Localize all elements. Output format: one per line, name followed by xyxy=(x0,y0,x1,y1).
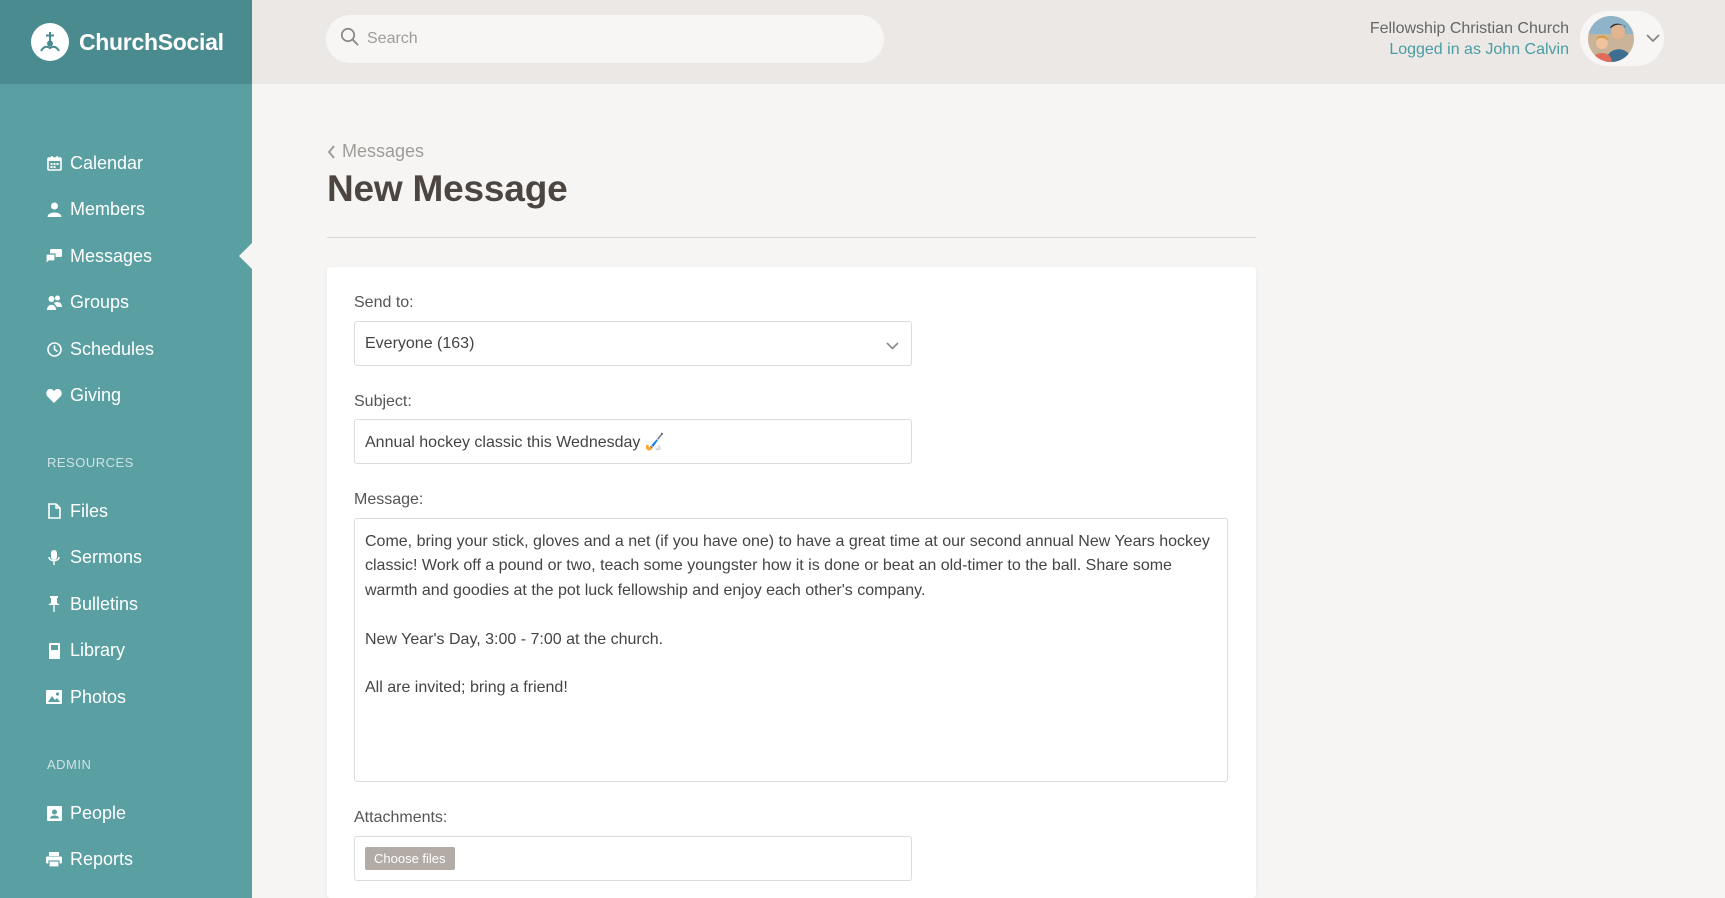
sidebar-item-groups[interactable]: Groups xyxy=(0,280,252,327)
microphone-icon xyxy=(46,549,62,566)
admin-nav: People Reports xyxy=(0,790,252,883)
main-nav: Calendar Members Messages Groups Schedul… xyxy=(0,140,252,419)
account-menu-button[interactable] xyxy=(1580,11,1664,66)
subject-input[interactable]: Annual hockey classic this Wednesday 🏑 xyxy=(354,419,912,464)
brand-header[interactable]: ChurchSocial xyxy=(0,0,252,84)
send-to-select[interactable]: Everyone (163) xyxy=(354,321,912,366)
message-label: Message: xyxy=(354,491,424,508)
breadcrumb[interactable]: Messages xyxy=(327,141,424,162)
resources-section-label: RESOURCES xyxy=(47,455,134,470)
sidebar-item-label: Sermons xyxy=(70,547,143,568)
book-icon xyxy=(46,642,62,659)
title-divider xyxy=(327,237,1256,238)
church-logo-icon xyxy=(31,23,69,61)
breadcrumb-label: Messages xyxy=(342,141,425,161)
resources-nav: Files Sermons Bulletins Library Photos xyxy=(0,488,252,721)
chat-icon xyxy=(46,248,62,264)
clock-icon xyxy=(46,341,62,357)
top-bar: Fellowship Christian Church Logged in as… xyxy=(252,0,1725,84)
groups-icon xyxy=(46,295,62,311)
sidebar-item-label: Schedules xyxy=(70,338,155,359)
heart-icon xyxy=(46,388,62,404)
printer-icon xyxy=(46,852,62,868)
sidebar-item-bulletins[interactable]: Bulletins xyxy=(0,581,252,628)
sidebar-item-giving[interactable]: Giving xyxy=(0,373,252,420)
image-icon xyxy=(46,689,62,705)
sidebar-item-label: Giving xyxy=(70,385,122,406)
sidebar-item-files[interactable]: Files xyxy=(0,488,252,535)
search-icon xyxy=(340,27,359,51)
sidebar-item-people[interactable]: People xyxy=(0,790,252,837)
sidebar-item-library[interactable]: Library xyxy=(0,628,252,675)
sidebar-item-label: Reports xyxy=(70,849,134,870)
file-icon xyxy=(46,503,62,520)
message-textarea[interactable]: Come, bring your stick, gloves and a net… xyxy=(354,518,1228,782)
admin-section-label: ADMIN xyxy=(47,757,92,772)
search-bar[interactable] xyxy=(326,15,884,63)
choose-files-button[interactable]: Choose files xyxy=(365,847,455,870)
sidebar-item-label: Members xyxy=(70,199,146,220)
sidebar-item-members[interactable]: Members xyxy=(0,187,252,234)
subject-label: Subject: xyxy=(354,393,412,410)
sidebar-item-label: Calendar xyxy=(70,152,144,173)
subject-value: Annual hockey classic this Wednesday 🏑 xyxy=(365,433,665,451)
user-info: Fellowship Christian Church Logged in as… xyxy=(1370,18,1569,60)
sidebar-item-label: Messages xyxy=(70,245,153,266)
chevron-down-icon xyxy=(886,337,899,355)
send-to-label: Send to: xyxy=(354,294,414,311)
sidebar-item-reports[interactable]: Reports xyxy=(0,837,252,884)
sidebar-item-label: Bulletins xyxy=(70,593,139,614)
sidebar-item-label: People xyxy=(70,802,127,823)
page-title: New Message xyxy=(327,168,568,209)
sidebar-item-photos[interactable]: Photos xyxy=(0,674,252,721)
sidebar-item-sermons[interactable]: Sermons xyxy=(0,535,252,582)
attachments-label: Attachments: xyxy=(354,809,448,826)
sidebar-item-label: Library xyxy=(70,640,126,661)
sidebar-item-label: Groups xyxy=(70,292,130,313)
send-to-value: Everyone (163) xyxy=(365,334,475,352)
search-input[interactable] xyxy=(367,30,847,48)
brand-name: ChurchSocial xyxy=(79,28,224,55)
id-card-icon xyxy=(46,805,62,821)
attachments-field[interactable]: Choose files xyxy=(354,836,912,881)
logged-in-user[interactable]: Logged in as John Calvin xyxy=(1370,39,1569,60)
sidebar-item-label: Photos xyxy=(70,686,127,707)
avatar xyxy=(1588,15,1634,62)
sidebar-item-messages[interactable]: Messages xyxy=(0,233,252,280)
person-icon xyxy=(46,202,62,218)
chevron-left-icon xyxy=(327,144,335,159)
church-name: Fellowship Christian Church xyxy=(1369,20,1569,37)
sidebar-item-calendar[interactable]: Calendar xyxy=(0,140,252,187)
sidebar: ChurchSocial Calendar Members Messages G… xyxy=(0,0,252,898)
calendar-icon xyxy=(46,155,62,171)
sidebar-item-label: Files xyxy=(70,500,109,521)
chevron-down-icon xyxy=(1646,30,1660,48)
pin-icon xyxy=(46,596,62,613)
sidebar-item-schedules[interactable]: Schedules xyxy=(0,326,252,373)
